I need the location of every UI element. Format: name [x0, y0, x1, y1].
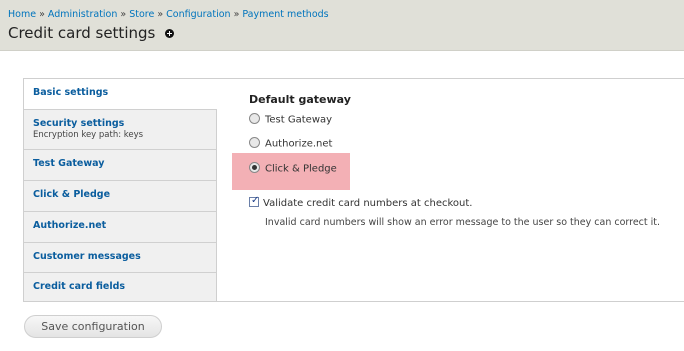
page-title: Credit card settings — [8, 24, 156, 42]
radio-button[interactable] — [249, 137, 260, 148]
radio-button[interactable] — [249, 113, 260, 124]
checkbox-label: Validate credit card numbers at checkout… — [263, 198, 473, 209]
page-title-row: Credit card settings — [8, 24, 175, 42]
tab-label: Authorize.net — [33, 220, 107, 231]
radio-authorize-net[interactable]: Authorize.net — [249, 137, 333, 154]
tab-customer-messages[interactable]: Customer messages — [24, 243, 216, 273]
breadcrumb-separator: » — [120, 9, 127, 20]
tab-label: Basic settings — [33, 87, 109, 98]
tab-label: Security settings — [33, 118, 125, 129]
radio-label: Authorize.net — [265, 138, 333, 150]
breadcrumb-administration[interactable]: Administration — [48, 9, 118, 20]
breadcrumb-separator: » — [39, 9, 45, 20]
radio-test-gateway[interactable]: Test Gateway — [249, 113, 333, 130]
breadcrumb-configuration[interactable]: Configuration — [166, 9, 230, 20]
tab-click-pledge[interactable]: Click & Pledge — [24, 181, 216, 212]
basic-settings-panel: Default gateway Test Gateway Authorize.n… — [232, 93, 660, 228]
breadcrumb-payment-methods[interactable]: Payment methods — [242, 9, 328, 20]
validate-checkbox[interactable]: ✓ — [249, 195, 260, 207]
add-shortcut-icon[interactable] — [165, 29, 175, 38]
tab-label: Test Gateway — [33, 158, 105, 169]
default-gateway-title: Default gateway — [249, 93, 351, 106]
tab-security-settings[interactable]: Security settings Encryption key path: k… — [24, 110, 216, 150]
radio-button[interactable] — [249, 162, 260, 173]
tab-authorize-net[interactable]: Authorize.net — [24, 212, 216, 243]
breadcrumb-separator: » — [157, 9, 164, 20]
breadcrumb-separator: » — [233, 9, 240, 20]
radio-click-pledge[interactable]: Click & Pledge — [249, 162, 337, 179]
vertical-tabs-list: Basic settings Security settings Encrypt… — [24, 79, 217, 301]
radio-label: Test Gateway — [265, 114, 333, 126]
breadcrumb-home[interactable]: Home — [8, 9, 36, 20]
radio-label: Click & Pledge — [265, 163, 337, 175]
breadcrumb: Home» Administration» Store» Configuration»… — [8, 9, 329, 20]
tab-test-gateway[interactable]: Test Gateway — [24, 150, 216, 181]
tab-basic-settings[interactable]: Basic settings — [24, 79, 217, 110]
tab-credit-card-fields[interactable]: Credit card fields — [24, 273, 216, 301]
save-configuration-button[interactable]: Save configuration — [24, 315, 162, 338]
vertical-tabs: Basic settings Security settings Encrypt… — [23, 78, 684, 302]
tab-label: Credit card fields — [33, 281, 126, 292]
breadcrumb-store[interactable]: Store — [129, 9, 154, 20]
tab-label: Click & Pledge — [33, 189, 111, 200]
validate-description: Invalid card numbers will show an error … — [265, 217, 661, 228]
page-header: Home» Administration» Store» Configuration»… — [0, 0, 684, 51]
check-icon: ✓ — [251, 195, 260, 206]
validate-checkbox-row[interactable]: ✓ Validate credit card numbers at checkou… — [249, 195, 473, 209]
tab-summary: Encryption key path: keys — [33, 130, 144, 140]
tab-label: Customer messages — [33, 251, 141, 262]
